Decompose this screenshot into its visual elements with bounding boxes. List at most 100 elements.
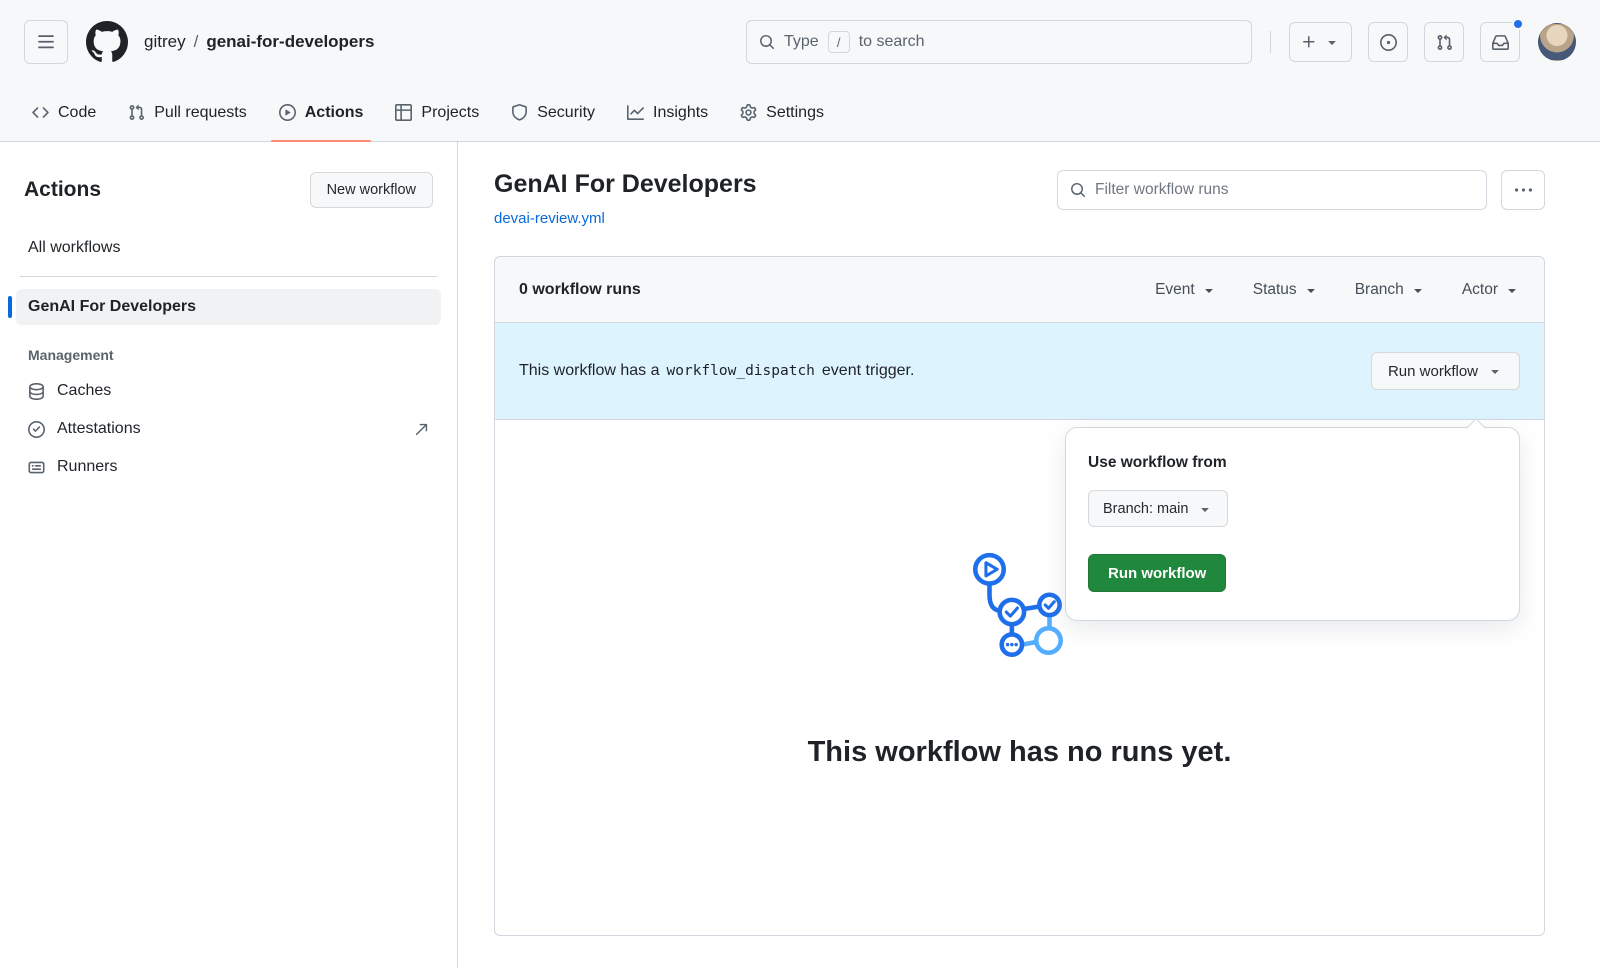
tab-security[interactable]: Security	[495, 84, 611, 141]
play-circle-icon	[279, 104, 296, 121]
arrow-up-right-icon	[414, 422, 429, 437]
tab-settings[interactable]: Settings	[724, 84, 840, 141]
branch-select-label: Branch: main	[1103, 501, 1188, 517]
branch-select-button[interactable]: Branch: main	[1088, 490, 1228, 527]
header-divider	[1270, 31, 1271, 53]
tab-projects[interactable]: Projects	[379, 84, 495, 141]
banner-text-after: event trigger.	[822, 362, 915, 380]
chevron-down-icon	[1324, 34, 1340, 50]
filter-label: Status	[1253, 281, 1297, 299]
git-pull-request-icon	[1436, 34, 1453, 51]
tab-label: Actions	[305, 104, 364, 122]
global-search-input[interactable]: Type / to search	[746, 20, 1252, 64]
slash-key-hint: /	[828, 31, 850, 53]
banner-code: workflow_dispatch	[667, 363, 815, 379]
kebab-horizontal-icon	[1515, 182, 1532, 199]
run-workflow-popover: Use workflow from Branch: main Run workf…	[1065, 427, 1520, 621]
sidebar-item-caches[interactable]: Caches	[16, 373, 441, 409]
run-workflow-submit-button[interactable]: Run workflow	[1088, 554, 1226, 592]
filter-label: Branch	[1355, 281, 1404, 299]
search-placeholder-suffix: to search	[859, 33, 925, 51]
breadcrumb-repo[interactable]: genai-for-developers	[206, 32, 374, 52]
breadcrumb: gitrey / genai-for-developers	[144, 32, 374, 52]
runs-panel-header: 0 workflow runs Event Status Branch	[495, 257, 1544, 323]
management-section-title: Management	[12, 327, 445, 371]
tab-pull-requests[interactable]: Pull requests	[112, 84, 263, 141]
caches-icon	[28, 383, 45, 400]
run-workflow-label: Run workflow	[1388, 363, 1478, 380]
hamburger-menu-button[interactable]	[24, 20, 68, 64]
issues-button[interactable]	[1368, 22, 1408, 62]
chevron-down-icon	[1197, 501, 1213, 517]
breadcrumb-owner[interactable]: gitrey	[144, 32, 186, 52]
create-new-button[interactable]	[1289, 22, 1352, 62]
tab-label: Code	[58, 104, 96, 122]
tab-label: Security	[537, 104, 595, 122]
tab-label: Pull requests	[154, 104, 247, 122]
workflow-file-link[interactable]: devai-review.yml	[494, 210, 605, 227]
workflow-options-button[interactable]	[1501, 170, 1545, 210]
workflow-name-label: GenAI For Developers	[28, 298, 196, 316]
actor-filter-dropdown[interactable]: Actor	[1462, 281, 1520, 299]
sidebar-item-genai-workflow[interactable]: GenAI For Developers	[16, 289, 441, 325]
sidebar-item-runners[interactable]: Runners	[16, 449, 441, 485]
empty-state-message: This workflow has no runs yet.	[808, 736, 1232, 769]
filter-workflow-runs-input[interactable]	[1095, 181, 1474, 199]
tab-label: Settings	[766, 104, 824, 122]
attestations-label: Attestations	[57, 420, 141, 438]
sidebar-item-all-workflows[interactable]: All workflows	[16, 230, 441, 266]
breadcrumb-separator: /	[194, 32, 199, 52]
chevron-down-icon	[1201, 282, 1217, 298]
runners-label: Runners	[57, 458, 117, 476]
search-icon	[759, 34, 775, 50]
page-title: GenAI For Developers	[494, 170, 757, 199]
table-icon	[395, 104, 412, 121]
plus-icon	[1301, 34, 1317, 50]
tab-code[interactable]: Code	[16, 84, 112, 141]
code-icon	[32, 104, 49, 121]
popover-title: Use workflow from	[1088, 454, 1497, 472]
workflow-graph-illustration	[959, 548, 1081, 670]
sidebar-divider	[20, 276, 437, 277]
github-logo[interactable]	[86, 21, 128, 63]
repo-nav: Code Pull requests Actions Projects Secu…	[0, 84, 1600, 142]
filter-workflow-runs-box	[1057, 170, 1487, 210]
tab-actions[interactable]: Actions	[263, 84, 380, 141]
pull-requests-button[interactable]	[1424, 22, 1464, 62]
issue-opened-icon	[1380, 34, 1397, 51]
caches-label: Caches	[57, 382, 111, 400]
notification-dot	[1512, 18, 1524, 30]
gear-icon	[740, 104, 757, 121]
hamburger-icon	[37, 33, 55, 51]
tab-label: Projects	[421, 104, 479, 122]
git-pull-request-icon	[128, 104, 145, 121]
sidebar-title: Actions	[24, 178, 101, 202]
inbox-button[interactable]	[1480, 22, 1520, 62]
search-placeholder-prefix: Type	[784, 33, 819, 51]
banner-text: This workflow has a workflow_dispatch ev…	[519, 362, 914, 380]
chevron-down-icon	[1410, 282, 1426, 298]
search-icon	[1070, 182, 1086, 198]
event-filter-dropdown[interactable]: Event	[1155, 281, 1217, 299]
runners-icon	[28, 459, 45, 476]
graph-icon	[627, 104, 644, 121]
branch-filter-dropdown[interactable]: Branch	[1355, 281, 1426, 299]
run-workflow-dropdown-button[interactable]: Run workflow	[1371, 352, 1520, 390]
shield-icon	[511, 104, 528, 121]
workflow-runs-panel: 0 workflow runs Event Status Branch	[494, 256, 1545, 936]
main-content: GenAI For Developers devai-review.yml	[458, 142, 1600, 968]
tab-insights[interactable]: Insights	[611, 84, 724, 141]
attestations-icon	[28, 421, 45, 438]
sidebar-item-attestations[interactable]: Attestations	[16, 411, 441, 447]
banner-text-before: This workflow has a	[519, 362, 660, 380]
workflow-dispatch-banner: This workflow has a workflow_dispatch ev…	[495, 323, 1544, 420]
avatar[interactable]	[1538, 23, 1576, 61]
inbox-icon	[1492, 34, 1509, 51]
status-filter-dropdown[interactable]: Status	[1253, 281, 1319, 299]
actions-sidebar: Actions New workflow All workflows GenAI…	[0, 142, 458, 968]
global-header: gitrey / genai-for-developers Type / to …	[0, 0, 1600, 84]
new-workflow-button[interactable]: New workflow	[310, 172, 433, 208]
filter-label: Actor	[1462, 281, 1498, 299]
filter-label: Event	[1155, 281, 1195, 299]
chevron-down-icon	[1487, 363, 1503, 379]
